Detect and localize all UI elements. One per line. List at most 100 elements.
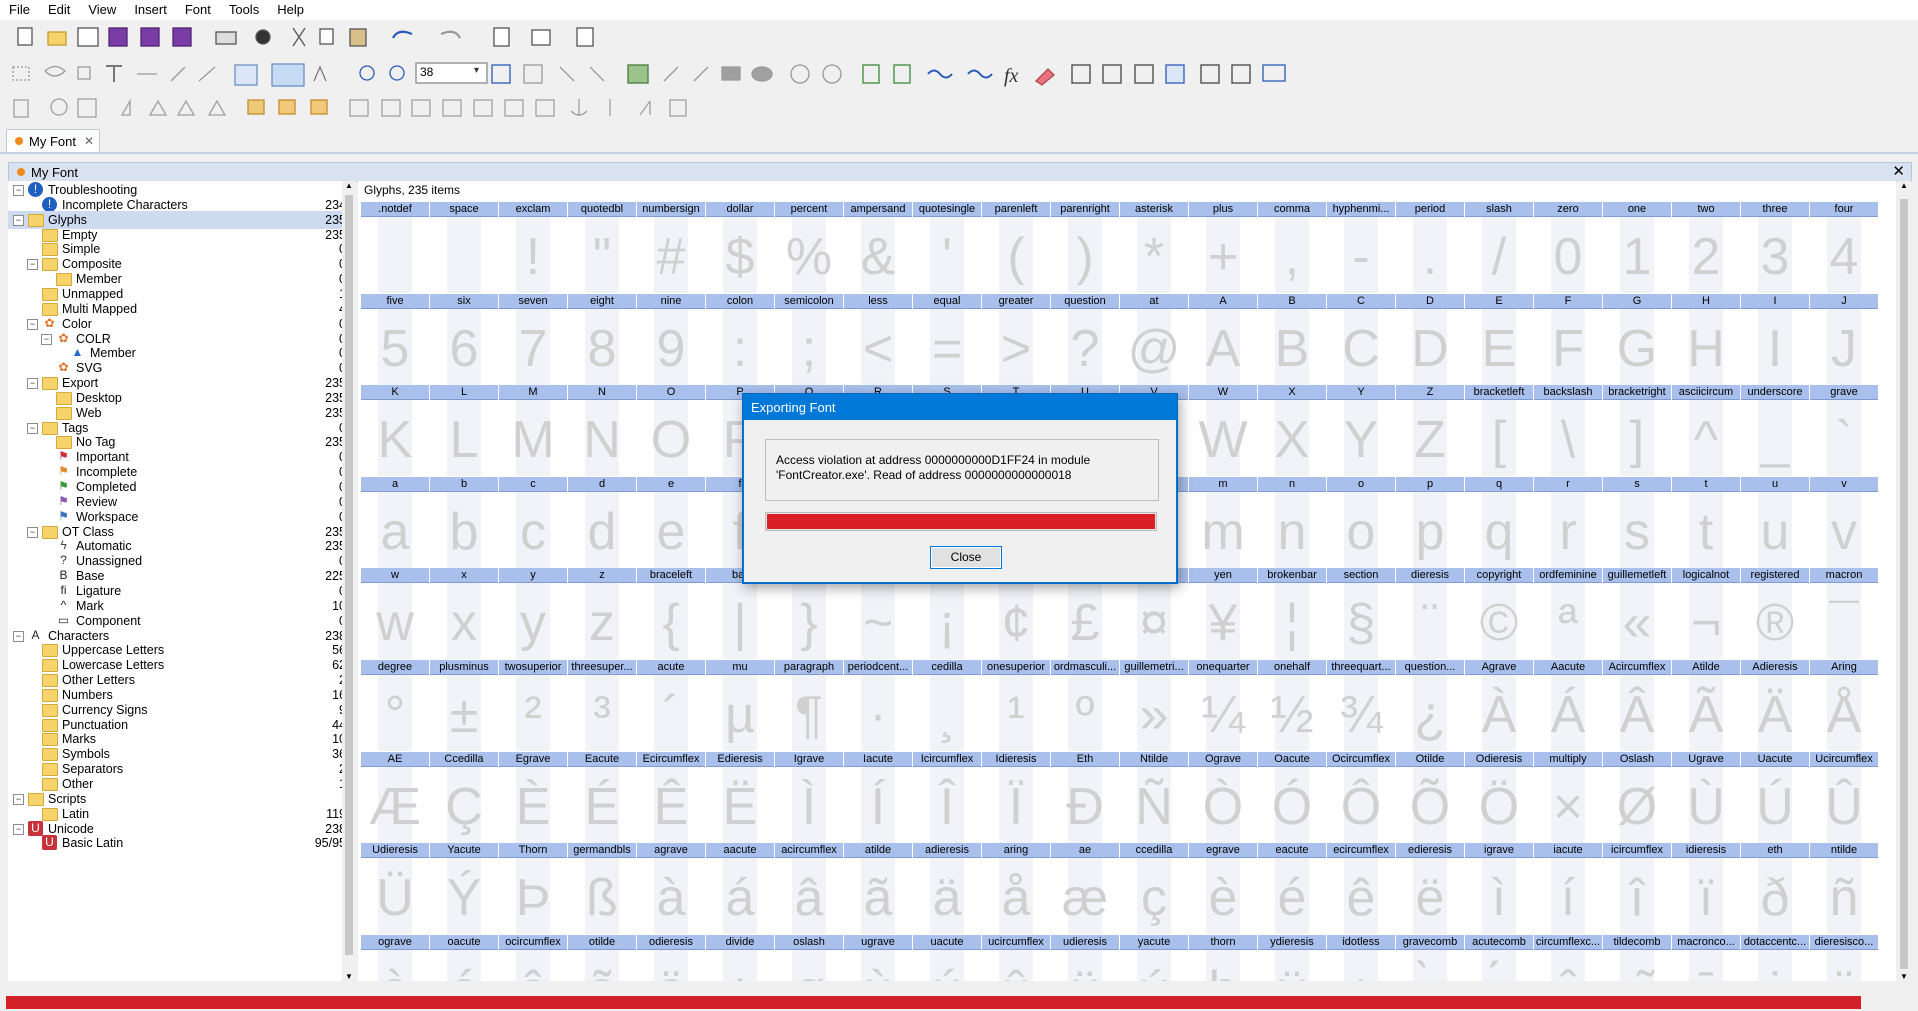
glyph-cell[interactable]: ocircumflex ô <box>499 934 567 981</box>
scroll-down-icon[interactable]: ▼ <box>345 972 353 981</box>
glyph-cell[interactable]: twosuperior ² <box>499 660 567 751</box>
close-button[interactable]: Close <box>930 546 1002 569</box>
glyph-cell[interactable]: ecircumflex ê <box>1327 843 1395 935</box>
glyph-cell[interactable]: egrave è <box>1189 843 1257 935</box>
glyph-cell[interactable]: NN <box>568 385 636 477</box>
glyph-cell[interactable]: Ucircumflex Û <box>1810 751 1878 843</box>
glyph-cell[interactable]: guillemetleft « <box>1603 568 1671 660</box>
menu-tools[interactable]: Tools <box>220 0 268 20</box>
glyph-cell[interactable]: divide ÷ <box>706 934 774 981</box>
glyph-cell[interactable]: equal = <box>913 293 981 385</box>
glyph-cell[interactable]: WW <box>1189 385 1257 477</box>
glyph-cell[interactable]: Atilde Ã <box>1672 660 1740 751</box>
glyph-cell[interactable]: four 4 <box>1810 202 1878 293</box>
glyph-cell[interactable]: xx <box>430 568 498 660</box>
glyph-cell[interactable]: Uacute Ú <box>1741 751 1809 843</box>
glyph-cell[interactable]: eacute é <box>1258 843 1326 935</box>
glyph-cell[interactable]: .notdef <box>361 202 429 293</box>
tree-scrollbar[interactable]: ▲ ▼ <box>342 181 356 981</box>
glyph-cell[interactable]: Idieresis Ï <box>982 751 1050 843</box>
glyph-cell[interactable]: rr <box>1534 476 1602 568</box>
glyph-cell[interactable]: section § <box>1327 568 1395 660</box>
glyph-cell[interactable]: adieresis ä <box>913 843 981 935</box>
glyph-cell[interactable]: Ugrave Ù <box>1672 751 1740 843</box>
menu-help[interactable]: Help <box>268 0 313 20</box>
glyph-cell[interactable]: ww <box>361 568 429 660</box>
glyph-cell[interactable]: logicalnot ¬ <box>1672 568 1740 660</box>
glyph-cell[interactable]: uu <box>1741 476 1809 568</box>
glyph-cell[interactable]: three 3 <box>1741 202 1809 293</box>
glyph-cell[interactable]: nn <box>1258 476 1326 568</box>
glyph-cell[interactable]: ae æ <box>1051 843 1119 935</box>
glyph-cell[interactable]: periodcent... · <box>844 660 912 751</box>
glyph-cell[interactable]: LL <box>430 385 498 477</box>
glyph-cell[interactable]: at @ <box>1120 293 1188 385</box>
glyph-cell[interactable]: two 2 <box>1672 202 1740 293</box>
glyph-cell[interactable]: question? <box>1051 293 1119 385</box>
tab-my-font[interactable]: My Font ✕ <box>6 129 100 152</box>
glyph-cell[interactable]: ydieresis ÿ <box>1258 934 1326 981</box>
glyph-cell[interactable]: underscore _ <box>1741 385 1809 477</box>
glyph-cell[interactable]: Iacute Í <box>844 751 912 843</box>
collapse-icon[interactable]: − <box>13 214 24 226</box>
glyph-cell[interactable]: slash / <box>1465 202 1533 293</box>
glyph-cell[interactable]: atilde ã <box>844 843 912 935</box>
glyph-cell[interactable]: CC <box>1327 293 1395 385</box>
glyph-cell[interactable]: Aacute Á <box>1534 660 1602 751</box>
glyph-cell[interactable]: otilde õ <box>568 934 636 981</box>
glyph-cell[interactable]: ccedilla ç <box>1120 843 1188 935</box>
glyph-cell[interactable]: germandbls ß <box>568 843 636 935</box>
glyph-cell[interactable]: Odieresis Ö <box>1465 751 1533 843</box>
glyph-cell[interactable]: edieresis ë <box>1396 843 1464 935</box>
glyph-cell[interactable]: qq <box>1465 476 1533 568</box>
menu-edit[interactable]: Edit <box>39 0 79 20</box>
menu-insert[interactable]: Insert <box>125 0 176 20</box>
glyph-cell[interactable]: six 6 <box>430 293 498 385</box>
glyph-cell[interactable]: ZZ <box>1396 385 1464 477</box>
glyph-cell[interactable]: Ccedilla Ç <box>430 751 498 843</box>
collapse-icon[interactable]: − <box>13 823 24 835</box>
glyph-cell[interactable]: dieresis ¨ <box>1396 568 1464 660</box>
glyph-cell[interactable]: onesuperior ¹ <box>982 660 1050 751</box>
glyph-cell[interactable]: space <box>430 202 498 293</box>
glyph-cell[interactable]: Yacute Ý <box>430 843 498 935</box>
glyph-cell[interactable]: Ntilde Ñ <box>1120 751 1188 843</box>
glyph-cell[interactable]: oo <box>1327 476 1395 568</box>
glyph-cell[interactable]: degree ° <box>361 660 429 751</box>
glyph-cell[interactable]: II <box>1741 293 1809 385</box>
glyph-cell[interactable]: BB <box>1258 293 1326 385</box>
glyph-cell[interactable]: aacute á <box>706 843 774 935</box>
collapse-icon[interactable]: − <box>27 526 38 538</box>
glyph-cell[interactable]: acutecomb́ <box>1465 934 1533 981</box>
glyph-cell[interactable]: AA <box>1189 293 1257 385</box>
glyph-cell[interactable]: comma, <box>1258 202 1326 293</box>
glyph-cell[interactable]: asterisk * <box>1120 202 1188 293</box>
glyph-cell[interactable]: zz <box>568 568 636 660</box>
glyph-cell[interactable]: five 5 <box>361 293 429 385</box>
menu-font[interactable]: Font <box>176 0 220 20</box>
glyph-cell[interactable]: multiply × <box>1534 751 1602 843</box>
collapse-icon[interactable]: − <box>13 185 24 196</box>
glyph-cell[interactable]: bracketright] <box>1603 385 1671 477</box>
glyph-cell[interactable]: vv <box>1810 476 1878 568</box>
glyph-cell[interactable]: yen ¥ <box>1189 568 1257 660</box>
glyph-cell[interactable]: onehalf ½ <box>1258 660 1326 751</box>
glyph-cell[interactable]: quotesingle ' <box>913 202 981 293</box>
glyph-cell[interactable]: EE <box>1465 293 1533 385</box>
glyph-cell[interactable]: mu µ <box>706 660 774 751</box>
glyph-cell[interactable]: grave ` <box>1810 385 1878 477</box>
glyph-cell[interactable]: Acircumflex Â <box>1603 660 1671 751</box>
glyph-cell[interactable]: udieresis ü <box>1051 934 1119 981</box>
glyph-cell[interactable]: bracketleft [ <box>1465 385 1533 477</box>
scroll-up-icon[interactable]: ▲ <box>345 181 353 190</box>
glyph-cell[interactable]: dotaccentc...̇ <box>1741 934 1809 981</box>
glyph-cell[interactable]: JJ <box>1810 293 1878 385</box>
close-document-icon[interactable]: ✕ <box>1892 163 1905 181</box>
glyph-cell[interactable]: asciicircum ^ <box>1672 385 1740 477</box>
glyph-cell[interactable]: bb <box>430 476 498 568</box>
glyph-cell[interactable]: igrave ì <box>1465 843 1533 935</box>
scroll-up-icon[interactable]: ▲ <box>1900 181 1908 190</box>
glyph-cell[interactable]: Aring Å <box>1810 660 1878 751</box>
glyph-cell[interactable]: acircumflex â <box>775 843 843 935</box>
glyph-cell[interactable]: mm <box>1189 476 1257 568</box>
